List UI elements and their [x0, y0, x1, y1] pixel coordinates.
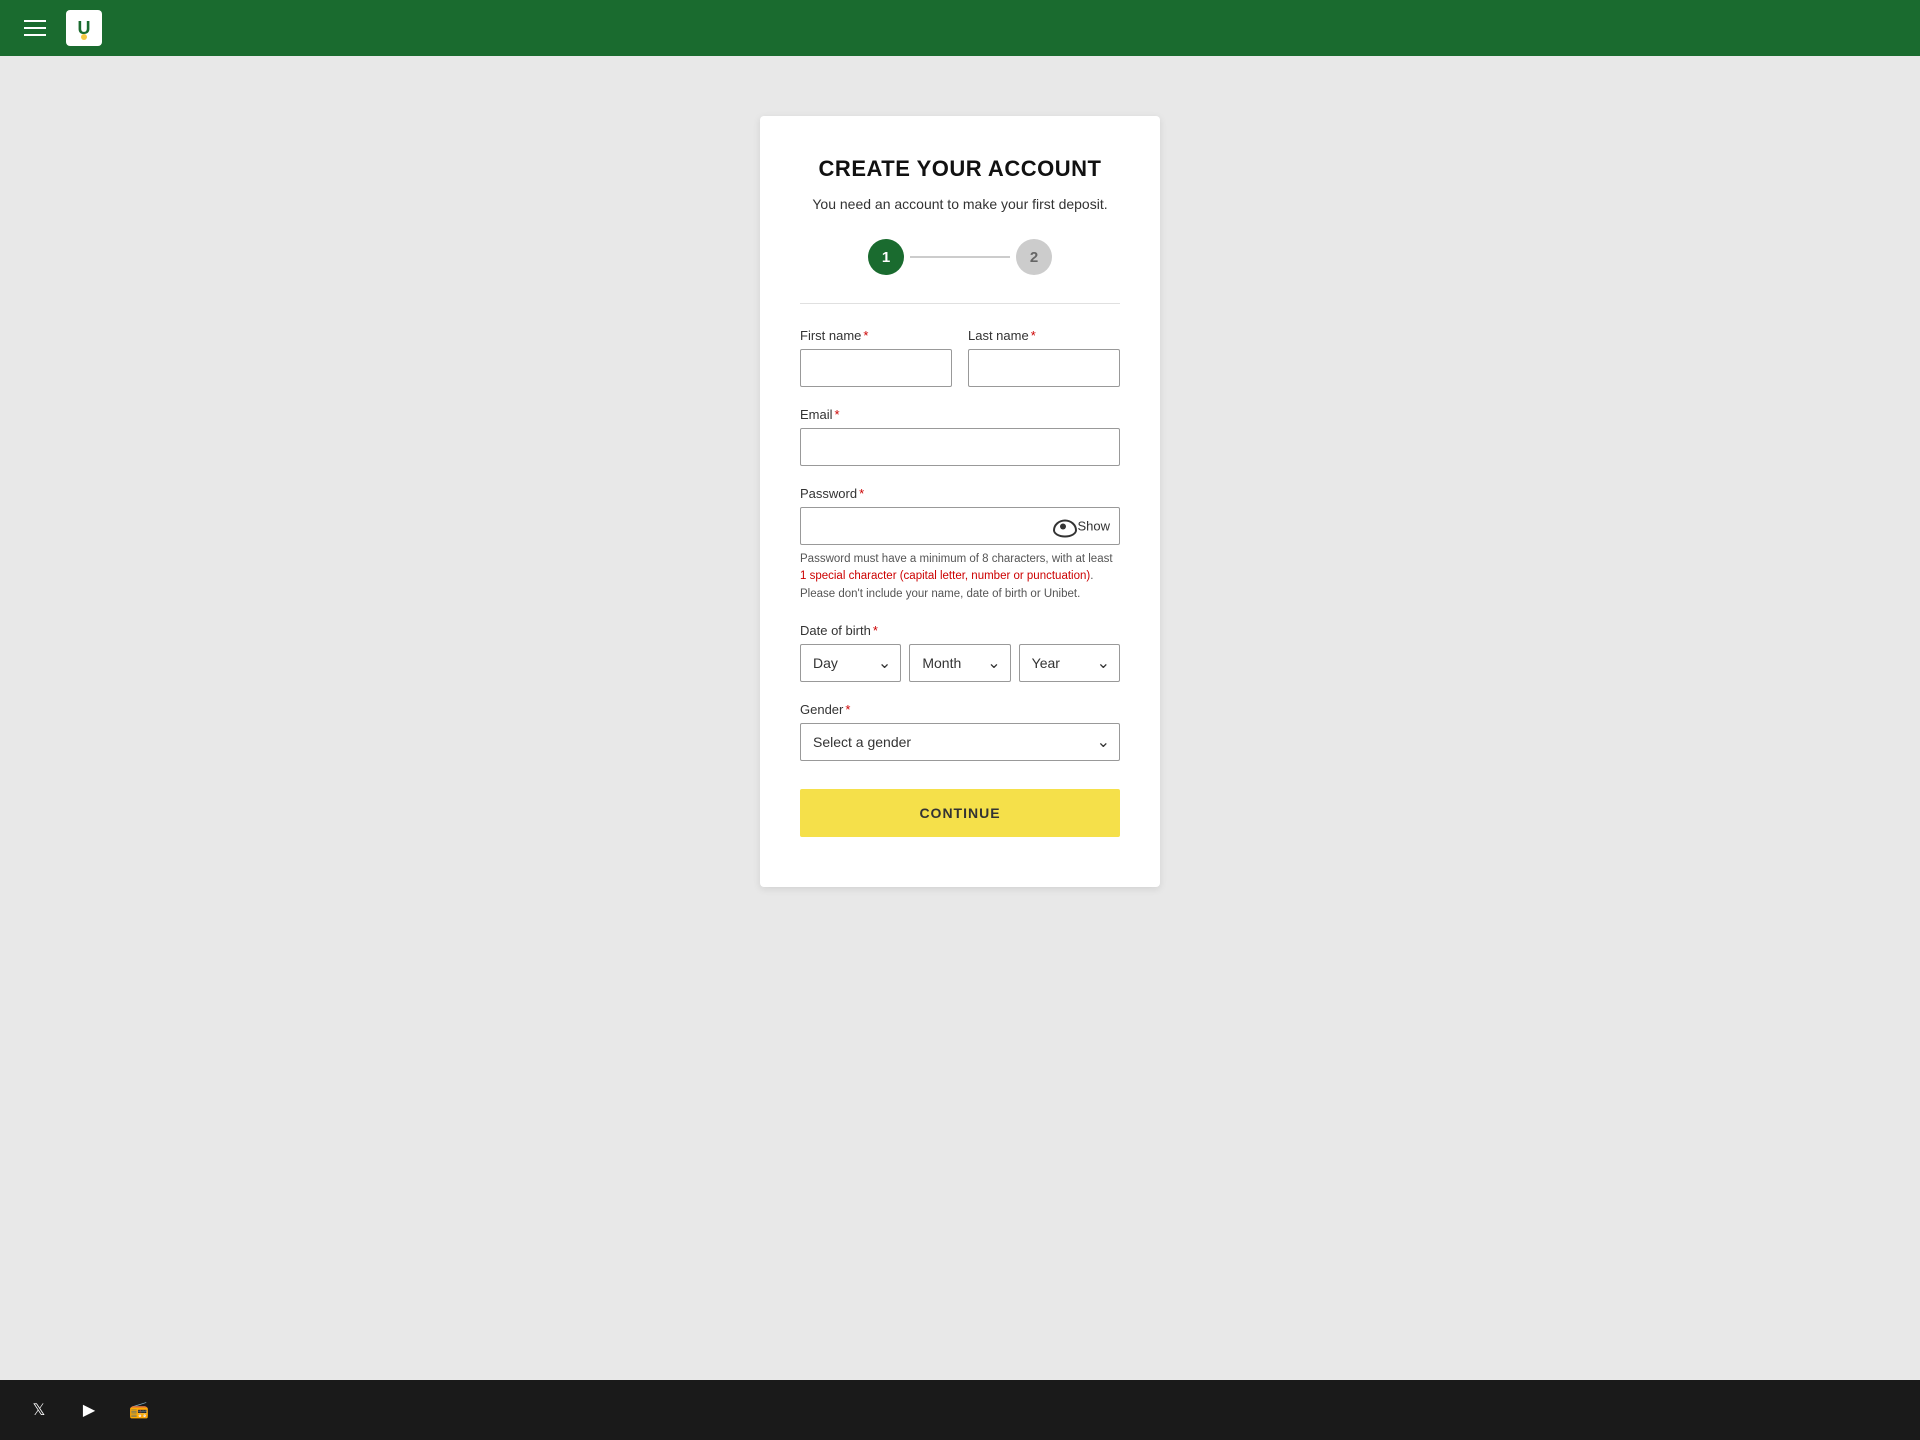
divider: [800, 303, 1120, 304]
show-label: Show: [1077, 519, 1110, 534]
logo-text: U: [78, 18, 91, 39]
email-input[interactable]: [800, 428, 1120, 466]
name-row: First name* Last name*: [800, 328, 1120, 387]
form-title: CREATE YOUR ACCOUNT: [800, 156, 1120, 182]
step-1-circle: 1: [868, 239, 904, 275]
last-name-group: Last name*: [968, 328, 1120, 387]
password-hint: Password must have a minimum of 8 charac…: [800, 551, 1120, 603]
gender-label: Gender*: [800, 702, 1120, 717]
form-subtitle: You need an account to make your first d…: [800, 194, 1120, 215]
password-show-button[interactable]: Show: [1053, 519, 1110, 534]
step-1-label: 1: [882, 249, 890, 266]
month-select-wrapper: Month ⌄: [909, 644, 1010, 682]
top-navigation: U: [0, 0, 1920, 56]
year-select-wrapper: Year ⌄: [1019, 644, 1120, 682]
eye-icon: [1053, 519, 1073, 533]
password-hint-highlight: 1 special character (capital letter, num…: [800, 570, 1090, 582]
email-group: Email*: [800, 407, 1120, 466]
gender-select-wrapper: Select a gender Male Female Other ⌄: [800, 723, 1120, 761]
last-name-label: Last name*: [968, 328, 1120, 343]
first-name-group: First name*: [800, 328, 952, 387]
dob-label: Date of birth*: [800, 623, 1120, 638]
main-content: CREATE YOUR ACCOUNT You need an account …: [0, 56, 1920, 1380]
email-required: *: [835, 407, 840, 422]
gender-select[interactable]: Select a gender Male Female Other: [800, 723, 1120, 761]
continue-button[interactable]: CONTINUE: [800, 789, 1120, 837]
first-name-input[interactable]: [800, 349, 952, 387]
hamburger-menu[interactable]: [24, 20, 46, 36]
password-wrapper: Show: [800, 507, 1120, 545]
registration-card: CREATE YOUR ACCOUNT You need an account …: [760, 116, 1160, 887]
twitter-x-icon[interactable]: 𝕏: [24, 1398, 54, 1422]
year-select[interactable]: Year: [1019, 644, 1120, 682]
last-name-input[interactable]: [968, 349, 1120, 387]
day-select-wrapper: Day ⌄: [800, 644, 901, 682]
bottom-bar: 𝕏 ▶ 📻: [0, 1380, 1920, 1440]
podcast-icon[interactable]: 📻: [124, 1398, 154, 1422]
password-required: *: [859, 486, 864, 501]
password-label: Password*: [800, 486, 1120, 501]
first-name-label: First name*: [800, 328, 952, 343]
dob-row: Day ⌄ Month ⌄ Year ⌄: [800, 644, 1120, 682]
step-2-circle: 2: [1016, 239, 1052, 275]
password-group: Password* Show Password must have a mini…: [800, 486, 1120, 603]
step-indicator: 1 2: [800, 239, 1120, 275]
youtube-icon[interactable]: ▶: [74, 1398, 104, 1422]
gender-group: Gender* Select a gender Male Female Othe…: [800, 702, 1120, 761]
step-line: [910, 256, 1010, 258]
day-select[interactable]: Day: [800, 644, 901, 682]
first-name-required: *: [863, 328, 868, 343]
email-label: Email*: [800, 407, 1120, 422]
month-select[interactable]: Month: [909, 644, 1010, 682]
last-name-required: *: [1031, 328, 1036, 343]
site-logo[interactable]: U: [66, 10, 102, 46]
step-2-label: 2: [1030, 249, 1038, 266]
dob-group: Date of birth* Day ⌄ Month ⌄ Y: [800, 623, 1120, 682]
dob-required: *: [873, 623, 878, 638]
gender-required: *: [845, 702, 850, 717]
